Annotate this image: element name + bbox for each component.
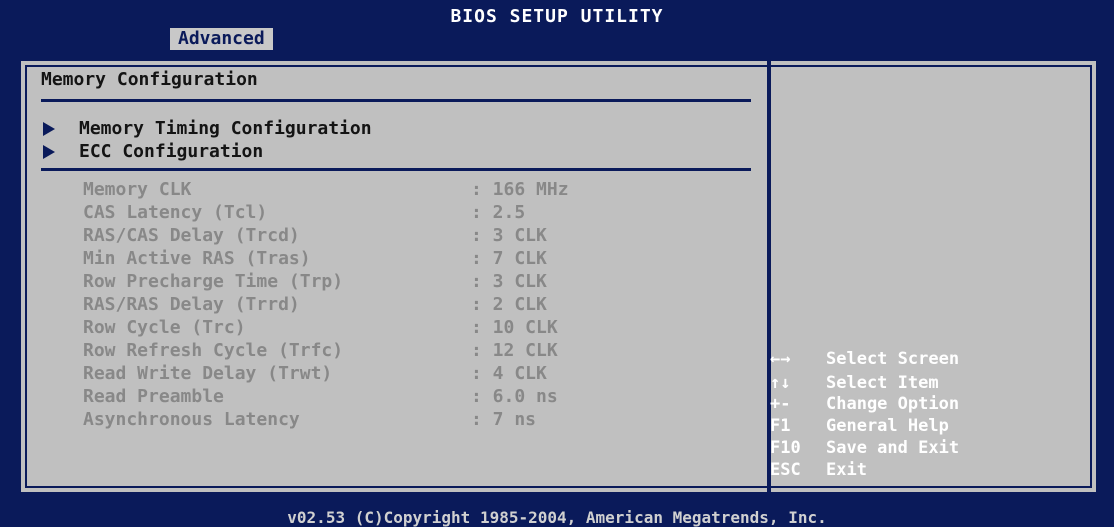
setting-name: CAS Latency (Tcl) [83, 202, 268, 223]
copyright-footer: v02.53 (C)Copyright 1985-2004, American … [287, 508, 827, 527]
setting-name: Row Refresh Cycle (Trfc) [83, 340, 344, 361]
help-key: F1 [770, 416, 791, 436]
help-exit: ESC Exit [770, 460, 867, 480]
setting-value: : 10 CLK [471, 317, 558, 338]
submenu-arrow-icon [43, 145, 55, 159]
setting-row-memory-clk: Memory CLK : 166 MHz [83, 179, 569, 200]
setting-name: Memory CLK [83, 179, 192, 200]
app-title: BIOS SETUP UTILITY [450, 6, 664, 27]
setting-name: Row Cycle (Trc) [83, 317, 246, 338]
setting-value: : 2.5 [471, 202, 526, 223]
setting-name: RAS/CAS Delay (Trcd) [83, 225, 300, 246]
help-select-item: ↑↓ Select Item [770, 373, 939, 393]
setting-row-read-write-delay: Read Write Delay (Trwt) : 4 CLK [83, 363, 547, 384]
setting-value: : 3 CLK [471, 225, 547, 246]
setting-value: : 3 CLK [471, 271, 547, 292]
setting-name: Read Preamble [83, 386, 224, 407]
setting-name: Min Active RAS (Tras) [83, 248, 311, 269]
help-select-screen: ←→ Select Screen [770, 349, 959, 369]
setting-row-ras-ras-delay: RAS/RAS Delay (Trrd) : 2 CLK [83, 294, 547, 315]
help-desc: Select Screen [826, 349, 960, 369]
setting-name: Read Write Delay (Trwt) [83, 363, 333, 384]
submenu-ecc[interactable]: ECC Configuration [43, 141, 263, 162]
tab-advanced[interactable]: Advanced [170, 28, 273, 50]
setting-row-row-cycle: Row Cycle (Trc) : 10 CLK [83, 317, 558, 338]
help-key: ESC [770, 460, 801, 480]
submenu-memory-timing[interactable]: Memory Timing Configuration [43, 118, 372, 139]
setting-name: RAS/RAS Delay (Trrd) [83, 294, 300, 315]
help-save-exit: F10 Save and Exit [770, 438, 959, 458]
setting-row-cas-latency: CAS Latency (Tcl) : 2.5 [83, 202, 525, 223]
help-desc: Save and Exit [826, 438, 960, 458]
help-general-help: F1 General Help [770, 416, 949, 436]
left-right-arrows-icon: ←→ [770, 349, 791, 369]
submenu-arrow-icon [43, 122, 55, 136]
setting-name: Row Precharge Time (Trp) [83, 271, 344, 292]
setting-value: : 12 CLK [471, 340, 558, 361]
setting-row-async-latency: Asynchronous Latency : 7 ns [83, 409, 536, 430]
title-bar: BIOS SETUP UTILITY Advanced [0, 0, 1114, 50]
setting-value: : 7 ns [471, 409, 537, 430]
setting-value: : 166 MHz [471, 179, 569, 200]
divider-mid [41, 168, 751, 171]
help-desc: Select Item [826, 373, 939, 393]
submenu-label: ECC Configuration [79, 141, 264, 162]
setting-row-read-preamble: Read Preamble : 6.0 ns [83, 386, 558, 407]
setting-row-row-refresh: Row Refresh Cycle (Trfc) : 12 CLK [83, 340, 558, 361]
setting-value: : 4 CLK [471, 363, 547, 384]
setting-value: : 7 CLK [471, 248, 547, 269]
help-change-option: +- Change Option [770, 394, 959, 414]
setting-name: Asynchronous Latency [83, 409, 300, 430]
plus-minus-icon: +- [770, 394, 791, 414]
help-desc: Exit [826, 460, 867, 480]
help-desc: General Help [826, 416, 949, 436]
submenu-label: Memory Timing Configuration [79, 118, 372, 139]
help-key: F10 [770, 438, 801, 458]
setting-value: : 2 CLK [471, 294, 547, 315]
page-title: Memory Configuration [41, 69, 258, 90]
setting-row-min-active-ras: Min Active RAS (Tras) : 7 CLK [83, 248, 547, 269]
setting-row-ras-cas-delay: RAS/CAS Delay (Trcd) : 3 CLK [83, 225, 547, 246]
setting-value: : 6.0 ns [471, 386, 558, 407]
setting-row-row-precharge: Row Precharge Time (Trp) : 3 CLK [83, 271, 547, 292]
help-desc: Change Option [826, 394, 960, 414]
up-down-arrows-icon: ↑↓ [770, 373, 791, 393]
divider-top [41, 99, 751, 102]
